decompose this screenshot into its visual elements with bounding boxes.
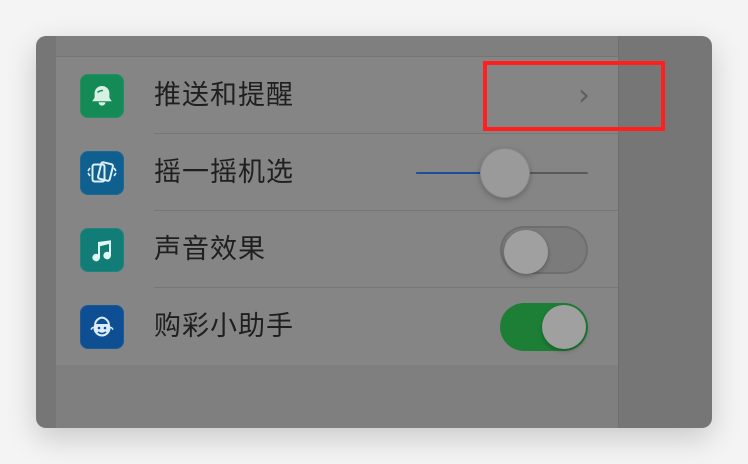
settings-row-shake-random-pick[interactable]: 摇一摇机选 <box>56 134 618 211</box>
notification-bell-icon <box>80 74 124 118</box>
toggle-knob <box>542 305 586 349</box>
assistant-mascot-icon <box>80 305 124 349</box>
settings-list: 推送和提醒 › 摇一摇机选 声音效果 购彩小助手 <box>56 57 618 365</box>
settings-row-label: 推送和提醒 <box>154 80 294 111</box>
shake-phones-icon <box>80 151 124 195</box>
shake-slider[interactable] <box>416 148 588 198</box>
toggle-knob <box>504 230 548 274</box>
sound-effects-toggle[interactable] <box>500 226 588 274</box>
settings-row-label: 声音效果 <box>154 234 266 265</box>
chevron-right-icon[interactable]: › <box>572 81 596 111</box>
settings-panel: 推送和提醒 › 摇一摇机选 声音效果 购彩小助手 <box>56 36 619 428</box>
slider-thumb[interactable] <box>480 148 531 198</box>
lottery-assistant-toggle[interactable] <box>500 303 588 351</box>
music-note-icon <box>80 228 124 272</box>
settings-row-label: 购彩小助手 <box>154 311 294 342</box>
settings-row-lottery-assistant[interactable]: 购彩小助手 <box>56 288 618 365</box>
settings-row-push-notifications[interactable]: 推送和提醒 › <box>56 57 618 134</box>
settings-row-label: 摇一摇机选 <box>154 157 294 188</box>
screenshot-frame: 推送和提醒 › 摇一摇机选 声音效果 购彩小助手 <box>36 36 712 428</box>
settings-row-sound-effects[interactable]: 声音效果 <box>56 211 618 288</box>
